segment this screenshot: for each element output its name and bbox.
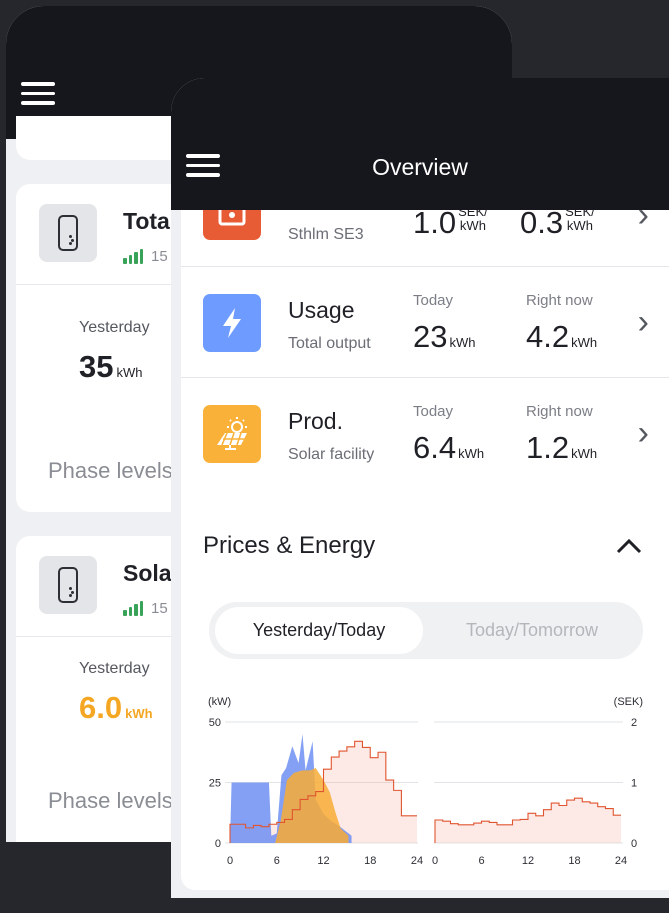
price-tag-icon (203, 210, 261, 240)
left-tick-label: 25 (209, 778, 221, 790)
production-now-value: 1.2 kWh (526, 430, 598, 465)
production-today-value: 6.4 kWh (413, 430, 485, 465)
left-axis-unit: (kW) (208, 696, 231, 708)
device-icon (39, 556, 97, 614)
production-title: Prod. (288, 408, 343, 434)
phase-levels-link[interactable]: Phase levels (48, 788, 173, 814)
x-tick-label: 6 (274, 855, 280, 867)
left-tick-label: 0 (215, 838, 221, 850)
signal-value: 15 (151, 600, 168, 617)
period-toggle: Yesterday/Today Today/Tomorrow (209, 602, 643, 659)
production-row[interactable]: Prod. Solar facility Today 6.4 kWh Right … (181, 378, 669, 490)
chevron-up-icon[interactable] (615, 532, 643, 560)
right-tick-label: 0 (631, 838, 637, 850)
price-area-label: Sthlm SE3 (288, 226, 364, 243)
left-tick-label: 50 (209, 717, 221, 729)
x-tick-label: 12 (317, 855, 329, 867)
x-tick-label: 18 (364, 855, 376, 867)
yesterday-value: 35 kWh (79, 349, 143, 384)
x-tick-label: 18 (568, 855, 580, 867)
x-tick-label: 6 (478, 855, 484, 867)
phase-levels-link[interactable]: Phase levels (48, 458, 173, 484)
usage-today-value: 23 kWh (413, 319, 476, 354)
x-tick-label: 12 (522, 855, 534, 867)
price-today-value: 1.0 SEK/kWh (413, 210, 488, 240)
yesterday-label: Yesterday (79, 319, 150, 336)
production-subtitle: Solar facility (288, 446, 375, 463)
price-fill (435, 798, 621, 843)
x-tick-label: 24 (411, 855, 423, 867)
price-now-value: 0.3 SEK/kWh (520, 210, 595, 240)
overview-screen: Overview Sthlm SE3 1.0 SEK/kWh 0.3 SEK/kWh… (171, 78, 669, 898)
yesterday-label: Yesterday (79, 660, 150, 677)
x-tick-label: 24 (615, 855, 627, 867)
page-title: Overview (372, 154, 468, 180)
signal-strength: 15 (123, 598, 168, 616)
production-today-label: Today (413, 403, 454, 420)
right-axis-unit: (SEK) (614, 696, 643, 708)
price-row[interactable]: Sthlm SE3 1.0 SEK/kWh 0.3 SEK/kWh › (181, 210, 669, 267)
x-tick-label: 0 (227, 855, 233, 867)
device-icon (39, 204, 97, 262)
hamburger-menu-icon[interactable] (21, 82, 55, 108)
tab-today-tomorrow[interactable]: Today/Tomorrow (427, 607, 637, 654)
prices-energy-title: Prices & Energy (203, 532, 376, 559)
right-tick-label: 2 (631, 717, 637, 729)
yesterday-value: 6.0 kWh (79, 690, 153, 725)
usage-subtitle: Total output (288, 335, 371, 352)
signal-value: 15 (151, 248, 168, 265)
signal-strength: 15 (123, 246, 168, 264)
usage-title: Usage (288, 297, 355, 323)
chevron-right-icon[interactable]: › (638, 305, 649, 339)
production-now-label: Right now (526, 403, 593, 420)
usage-now-label: Right now (526, 292, 593, 309)
overview-content: Sthlm SE3 1.0 SEK/kWh 0.3 SEK/kWh › Usage … (181, 210, 669, 890)
x-tick-label: 0 (432, 855, 438, 867)
prices-energy-chart: (kW) (SEK)025500120 6 12 18 24 0 6 12 18 24 (208, 696, 643, 867)
usage-today-label: Today (413, 292, 454, 309)
device-title: Sola (123, 560, 172, 586)
lightning-icon (203, 294, 261, 352)
right-tick-label: 1 (631, 778, 637, 790)
device-title: Tota (123, 208, 170, 234)
tab-yesterday-today[interactable]: Yesterday/Today (215, 607, 423, 654)
usage-row[interactable]: Usage Total output Today 23 kWh Right now… (181, 267, 669, 378)
usage-now-value: 4.2 kWh (526, 319, 598, 354)
chevron-right-icon[interactable]: › (638, 210, 649, 232)
solar-panel-icon (203, 405, 261, 463)
chevron-right-icon[interactable]: › (638, 416, 649, 450)
overview-header: Overview (171, 78, 669, 210)
